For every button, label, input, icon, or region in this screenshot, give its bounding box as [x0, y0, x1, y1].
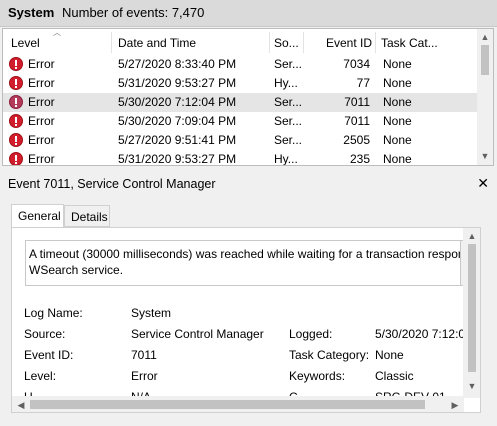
row-task-category: None [383, 76, 412, 90]
error-icon [9, 57, 23, 71]
row-datetime: 5/27/2020 8:33:40 PM [118, 57, 237, 71]
column-divider[interactable] [303, 32, 304, 53]
column-divider[interactable] [111, 32, 112, 53]
event-id-value: 7011 [131, 348, 157, 362]
error-icon [9, 133, 23, 147]
column-header-bar: Level ︿ Date and Time So... Event ID Tas… [3, 29, 477, 55]
log-header: System Number of events: 7,470 [0, 0, 497, 27]
row-task-category: None [383, 95, 412, 109]
scroll-down-icon[interactable]: ▼ [465, 381, 479, 391]
level-label: Level: [24, 369, 57, 383]
column-header-event-id[interactable]: Event ID [326, 36, 372, 50]
row-source: Ser... [274, 57, 303, 71]
event-message[interactable]: A timeout (30000 milliseconds) was reach… [25, 240, 463, 286]
table-row[interactable]: Error 5/31/2020 9:53:27 PM Hy... 77 None [3, 74, 477, 93]
row-event-id: 2505 [343, 133, 370, 147]
row-task-category: None [383, 57, 412, 71]
row-source: Ser... [274, 133, 303, 147]
row-source: Ser... [274, 114, 303, 128]
task-category-label: Task Category: [289, 348, 370, 362]
message-line: WSearch service. [29, 263, 124, 277]
scrollbar-thumb[interactable] [468, 244, 476, 372]
keywords-label: Keywords: [289, 369, 346, 383]
error-icon [9, 76, 23, 90]
column-header-datetime[interactable]: Date and Time [118, 36, 196, 50]
row-source: Hy... [274, 152, 298, 166]
detail-panel: A timeout (30000 milliseconds) was reach… [11, 227, 481, 413]
scroll-right-icon[interactable]: ▶ [448, 400, 462, 410]
row-task-category: None [383, 152, 412, 166]
event-count: Number of events: 7,470 [62, 5, 205, 20]
tab-details[interactable]: Details [64, 205, 110, 227]
column-divider[interactable] [269, 32, 270, 53]
row-event-id: 7011 [344, 114, 370, 128]
table-row[interactable]: Error 5/30/2020 7:09:04 PM Ser... 7011 N… [3, 112, 477, 131]
row-source: Ser... [274, 95, 303, 109]
logged-label: Logged: [289, 327, 333, 341]
row-datetime: 5/27/2020 9:51:41 PM [118, 133, 237, 147]
scroll-down-icon[interactable]: ▼ [478, 151, 492, 161]
row-event-id: 7011 [344, 95, 370, 109]
level-value: Error [131, 369, 158, 383]
row-level: Error [28, 57, 55, 71]
row-event-id: 235 [349, 152, 370, 166]
table-row[interactable]: Error 5/27/2020 8:33:40 PM Ser... 7034 N… [3, 55, 477, 74]
row-datetime: 5/30/2020 7:09:04 PM [118, 114, 237, 128]
row-level: Error [28, 95, 55, 109]
row-source: Hy... [274, 76, 298, 90]
row-event-id: 7034 [343, 57, 370, 71]
column-header-level[interactable]: Level [11, 36, 40, 50]
scroll-up-icon[interactable]: ▲ [478, 32, 492, 42]
close-icon[interactable]: ✕ [477, 175, 489, 192]
detail-vertical-scrollbar[interactable]: ▲ ▼ [463, 228, 480, 398]
row-level: Error [28, 114, 55, 128]
log-name-value: System [131, 306, 172, 320]
table-row[interactable]: Error 5/27/2020 9:51:41 PM Ser... 2505 N… [3, 131, 477, 150]
scrollbar-thumb[interactable] [481, 45, 489, 75]
row-level: Error [28, 133, 55, 147]
table-row-selected[interactable]: Error 5/30/2020 7:12:04 PM Ser... 7011 N… [3, 93, 477, 112]
row-level: Error [28, 76, 55, 90]
row-datetime: 5/31/2020 9:53:27 PM [118, 152, 237, 166]
error-icon [9, 114, 23, 128]
row-event-id: 77 [356, 76, 370, 90]
source-label: Source: [24, 327, 66, 341]
row-task-category: None [383, 114, 412, 128]
scroll-up-icon[interactable]: ▲ [465, 231, 479, 241]
detail-header: Event 7011, Service Control Manager ✕ [0, 173, 497, 195]
column-header-source[interactable]: So... [274, 36, 299, 50]
column-header-task-category[interactable]: Task Cat... [381, 36, 438, 50]
source-value: Service Control Manager [131, 327, 264, 341]
sort-up-icon: ︿ [53, 28, 61, 37]
log-title: System [8, 5, 55, 20]
scroll-left-icon[interactable]: ◀ [14, 400, 28, 410]
event-id-label: Event ID: [24, 348, 74, 362]
row-datetime: 5/30/2020 7:12:04 PM [118, 95, 237, 109]
row-task-category: None [383, 133, 412, 147]
message-line: A timeout (30000 milliseconds) was reach… [29, 247, 463, 261]
logged-value: 5/30/2020 7:12:04 [375, 327, 463, 341]
keywords-value: Classic [375, 369, 414, 383]
event-list[interactable]: Level ︿ Date and Time So... Event ID Tas… [2, 28, 494, 166]
list-vertical-scrollbar[interactable]: ▲ ▼ [477, 29, 493, 165]
error-icon [9, 152, 23, 165]
tab-general[interactable]: General [11, 204, 64, 228]
log-name-label: Log Name: [24, 306, 83, 320]
error-icon [9, 95, 23, 109]
task-category-value: None [375, 348, 404, 362]
row-level: Error [28, 152, 55, 166]
detail-title: Event 7011, Service Control Manager [8, 177, 216, 191]
column-divider[interactable] [375, 32, 376, 53]
scrollbar-thumb[interactable] [30, 400, 425, 409]
table-row[interactable]: Error 5/31/2020 9:53:27 PM Hy... 235 Non… [3, 150, 477, 166]
row-datetime: 5/31/2020 9:53:27 PM [118, 76, 237, 90]
detail-horizontal-scrollbar[interactable]: ◀ ▶ [12, 396, 464, 412]
